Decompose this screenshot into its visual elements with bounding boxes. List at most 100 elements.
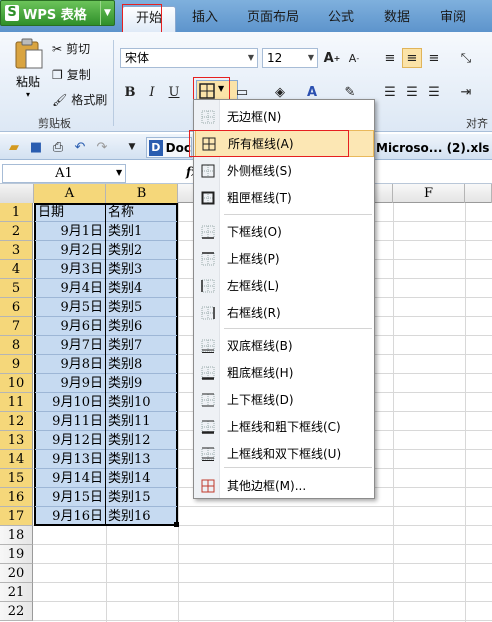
row-header-4[interactable]: 4 — [0, 260, 33, 279]
cell-name[interactable]: 类别1 — [108, 222, 176, 241]
menu-item-top-thick-bottom-border[interactable]: 上框线和粗下框线(C) — [195, 413, 374, 440]
row-header-2[interactable]: 2 — [0, 222, 33, 241]
menu-item-top-double-bottom-border[interactable]: 上框线和双下框线(U) — [195, 440, 374, 467]
cell-date[interactable]: 9月4日 — [36, 279, 103, 298]
font-name-select[interactable]: 宋体 ▼ — [120, 48, 258, 68]
align-right-icon[interactable]: ☰ — [424, 82, 444, 102]
cut-button[interactable]: ✂ 剪切 — [52, 40, 90, 57]
cell-name[interactable]: 类别6 — [108, 317, 176, 336]
decrease-font-icon[interactable]: A- — [344, 48, 364, 68]
cell-name[interactable]: 类别9 — [108, 374, 176, 393]
row-header-10[interactable]: 10 — [0, 374, 33, 393]
doc-tab-active[interactable]: Microso... (2).xls * — [376, 138, 492, 158]
row-header-20[interactable]: 20 — [0, 564, 33, 583]
bold-icon[interactable]: B — [120, 82, 140, 102]
cell-date[interactable]: 9月10日 — [36, 393, 103, 412]
cell-name[interactable]: 类别14 — [108, 469, 176, 488]
menu-item-top-bottom-border[interactable]: 上下框线(D) — [195, 386, 374, 413]
cell-date[interactable]: 9月5日 — [36, 298, 103, 317]
tab-data[interactable]: 数据 — [374, 6, 420, 32]
cell-date[interactable]: 9月14日 — [36, 469, 103, 488]
cell-date[interactable]: 9月13日 — [36, 450, 103, 469]
cell-name[interactable]: 类别15 — [108, 488, 176, 507]
doc-tab-1[interactable]: D Doc — [146, 137, 192, 158]
align-bottom-icon[interactable]: ≡ — [424, 48, 444, 68]
tab-review[interactable]: 审阅 — [430, 6, 476, 32]
cell-name[interactable]: 类别13 — [108, 450, 176, 469]
open-folder-icon[interactable]: ▰ — [4, 137, 24, 157]
cell-date[interactable]: 9月12日 — [36, 431, 103, 450]
cell-header-name[interactable]: 名称 — [108, 203, 176, 222]
cell-name[interactable]: 类别7 — [108, 336, 176, 355]
align-middle-icon[interactable]: ≡ — [402, 48, 422, 68]
menu-item-double-bottom-border[interactable]: 双底框线(B) — [195, 332, 374, 359]
column-header-f[interactable]: F — [393, 184, 465, 203]
name-box[interactable]: A1 — [2, 164, 126, 183]
paste-button[interactable]: 粘贴 ▾ — [8, 38, 48, 108]
text-direction-icon[interactable]: ⤡ — [456, 48, 476, 68]
cell-date[interactable]: 9月2日 — [36, 241, 103, 260]
cell-name[interactable]: 类别5 — [108, 298, 176, 317]
cell-name[interactable]: 类别4 — [108, 279, 176, 298]
cell-date[interactable]: 9月11日 — [36, 412, 103, 431]
increase-font-icon[interactable]: A + — [322, 48, 342, 68]
row-header-12[interactable]: 12 — [0, 412, 33, 431]
chevron-down-icon[interactable]: ▼ — [100, 1, 114, 25]
row-header-13[interactable]: 13 — [0, 431, 33, 450]
menu-item-bottom-border[interactable]: 下框线(O) — [195, 218, 374, 245]
cell-name[interactable]: 类别10 — [108, 393, 176, 412]
row-header-15[interactable]: 15 — [0, 469, 33, 488]
menu-item-no-border[interactable]: 无边框(N) — [195, 103, 374, 130]
row-header-6[interactable]: 6 — [0, 298, 33, 317]
cell-name[interactable]: 类别8 — [108, 355, 176, 374]
cell-name[interactable]: 类别3 — [108, 260, 176, 279]
cell-name[interactable]: 类别2 — [108, 241, 176, 260]
cell-name[interactable]: 类别16 — [108, 507, 176, 526]
row-header-17[interactable]: 17 — [0, 507, 33, 526]
chevron-down-icon[interactable]: ▾ — [8, 90, 48, 99]
tab-page-layout[interactable]: 页面布局 — [238, 6, 308, 32]
print-icon[interactable]: ⎙ — [48, 137, 68, 157]
chevron-down-icon[interactable]: ▼ — [116, 168, 122, 177]
menu-item-thick-bottom-border[interactable]: 粗底框线(H) — [195, 359, 374, 386]
row-header-18[interactable]: 18 — [0, 526, 33, 545]
cell-date[interactable]: 9月16日 — [36, 507, 103, 526]
wps-app-menu-button[interactable]: S WPS 表格 ▼ — [0, 0, 115, 26]
column-header-a[interactable]: A — [34, 184, 106, 203]
row-header-11[interactable]: 11 — [0, 393, 33, 412]
menu-item-left-border[interactable]: 左框线(L) — [195, 272, 374, 299]
align-left-icon[interactable]: ☰ — [380, 82, 400, 102]
row-header-16[interactable]: 16 — [0, 488, 33, 507]
row-header-14[interactable]: 14 — [0, 450, 33, 469]
align-center-icon[interactable]: ☰ — [402, 82, 422, 102]
menu-item-outside-borders[interactable]: 外侧框线(S) — [195, 157, 374, 184]
row-header-3[interactable]: 3 — [0, 241, 33, 260]
menu-item-thick-box-border[interactable]: 粗匣框线(T) — [195, 184, 374, 211]
row-header-21[interactable]: 21 — [0, 583, 33, 602]
row-header-1[interactable]: 1 — [0, 203, 33, 222]
cell-date[interactable]: 9月6日 — [36, 317, 103, 336]
menu-item-more-borders[interactable]: 其他边框(M)... — [195, 472, 374, 499]
cell-date[interactable]: 9月8日 — [36, 355, 103, 374]
cell-date[interactable]: 9月7日 — [36, 336, 103, 355]
cell-name[interactable]: 类别11 — [108, 412, 176, 431]
menu-item-right-border[interactable]: 右框线(R) — [195, 299, 374, 326]
undo-icon[interactable]: ↶ — [70, 137, 90, 157]
column-header-g[interactable] — [465, 184, 492, 203]
underline-icon[interactable]: U — [164, 82, 184, 102]
row-header-22[interactable]: 22 — [0, 602, 33, 621]
italic-icon[interactable]: I — [142, 82, 162, 102]
row-header-7[interactable]: 7 — [0, 317, 33, 336]
cell-date[interactable]: 9月1日 — [36, 222, 103, 241]
row-header-5[interactable]: 5 — [0, 279, 33, 298]
tab-formulas[interactable]: 公式 — [318, 6, 364, 32]
cell-header-date[interactable]: 日期 — [38, 203, 106, 222]
cell-date[interactable]: 9月9日 — [36, 374, 103, 393]
select-all-corner[interactable] — [0, 184, 34, 203]
cell-date[interactable]: 9月3日 — [36, 260, 103, 279]
row-header-9[interactable]: 9 — [0, 355, 33, 374]
cell-date[interactable]: 9月15日 — [36, 488, 103, 507]
row-header-8[interactable]: 8 — [0, 336, 33, 355]
cell-name[interactable]: 类别12 — [108, 431, 176, 450]
column-header-b[interactable]: B — [106, 184, 178, 203]
